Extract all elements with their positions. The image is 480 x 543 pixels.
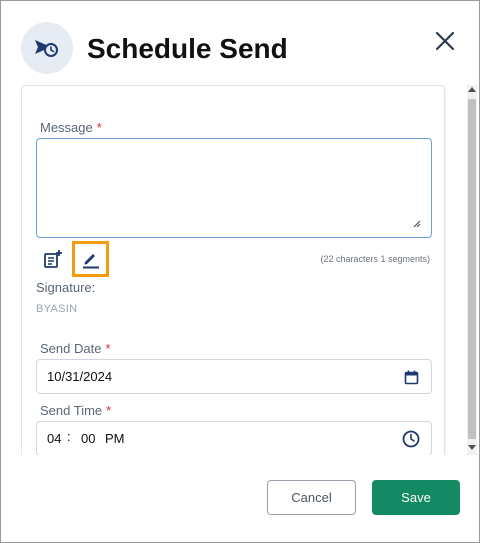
time-period[interactable]: PM (105, 431, 125, 446)
time-separator: : (67, 429, 71, 444)
schedule-send-dialog: Schedule Send Message * (22 characters 1… (0, 0, 480, 543)
form-scroll-area[interactable]: Message * (22 characters 1 segments) Sig… (21, 85, 446, 455)
send-date-label: Send Date * (40, 341, 111, 356)
clock-icon (402, 430, 420, 448)
send-time-label: Send Time * (40, 403, 112, 418)
save-button[interactable]: Save (372, 480, 460, 515)
header-icon-badge (21, 22, 73, 74)
date-picker-button[interactable] (401, 367, 421, 387)
signature-label: Signature: (36, 280, 96, 295)
insert-template-button[interactable] (36, 242, 70, 276)
send-date-input[interactable]: 10/31/2024 (36, 359, 432, 394)
close-icon (435, 31, 455, 51)
send-date-value: 10/31/2024 (47, 369, 113, 384)
close-button[interactable] (431, 27, 459, 55)
vertical-scrollbar[interactable] (467, 85, 477, 455)
cancel-button[interactable]: Cancel (267, 480, 356, 515)
time-picker-button[interactable] (401, 429, 421, 449)
send-clock-icon (35, 40, 58, 57)
calendar-icon (404, 370, 418, 384)
message-textarea[interactable] (36, 138, 432, 238)
message-label: Message * (40, 120, 102, 135)
time-minute[interactable]: 00 (81, 431, 95, 446)
scroll-thumb[interactable] (468, 99, 476, 439)
signature-value: BYASIN (36, 303, 78, 315)
character-count: (22 characters 1 segments) (320, 254, 430, 264)
form-card: Message * (22 characters 1 segments) Sig… (21, 85, 445, 455)
pencil-icon (82, 254, 99, 269)
send-time-input[interactable]: 04 : 00 PM (36, 421, 432, 455)
time-hour[interactable]: 04 (47, 431, 61, 446)
insert-template-icon (44, 250, 62, 268)
scroll-down-arrow-icon[interactable] (468, 445, 476, 450)
scroll-up-arrow-icon[interactable] (468, 87, 476, 92)
resize-grip-icon[interactable] (413, 220, 421, 228)
edit-signature-button[interactable] (72, 241, 109, 277)
dialog-title: Schedule Send (87, 33, 288, 64)
